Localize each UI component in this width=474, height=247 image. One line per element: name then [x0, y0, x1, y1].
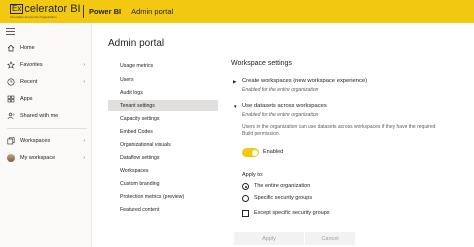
- create-workspaces-title[interactable]: Create workspaces (new workspace experie…: [242, 78, 367, 84]
- menu-item-workspaces[interactable]: Workspaces: [108, 165, 218, 176]
- menu-item-tenant-settings[interactable]: Tenant settings: [108, 100, 218, 111]
- menu-item-usage-metrics[interactable]: Usage metrics: [108, 60, 218, 71]
- cancel-button[interactable]: Cancel: [305, 232, 355, 245]
- enabled-toggle[interactable]: [242, 148, 259, 157]
- toggle-knob: [251, 149, 258, 156]
- menu-item-users[interactable]: Users: [108, 74, 218, 85]
- menu-item-featured-content[interactable]: Featured content: [108, 204, 218, 215]
- menu-item-custom-branding[interactable]: Custom branding: [108, 178, 218, 189]
- shared-person-icon: [7, 112, 15, 120]
- setting-description-line2: Build permission.: [242, 131, 281, 137]
- toggle-label: Enabled: [263, 149, 284, 155]
- chevron-right-icon: ›: [83, 155, 85, 161]
- left-nav-pane: Home Favorites › Recent › Apps Shared wi…: [0, 23, 92, 247]
- chevron-right-icon: ›: [83, 138, 85, 144]
- menu-item-capacity-settings[interactable]: Capacity settings: [108, 113, 218, 124]
- logo-box-text: Ex: [10, 3, 24, 14]
- nav-item-apps[interactable]: Apps: [0, 91, 92, 107]
- menu-item-audit-logs[interactable]: Audit logs: [108, 87, 218, 98]
- expand-triangle-icon[interactable]: ▶: [233, 79, 236, 85]
- breadcrumb-page: Admin portal: [131, 7, 174, 16]
- chevron-right-icon: ›: [83, 79, 85, 85]
- nav-item-my-workspace[interactable]: My workspace ›: [0, 150, 92, 166]
- radio-specific-groups-label[interactable]: Specific security groups: [254, 195, 312, 201]
- radio-specific-groups[interactable]: [242, 195, 249, 202]
- menu-item-embed-codes[interactable]: Embed Codes: [108, 126, 218, 137]
- except-groups-label[interactable]: Except specific security groups: [254, 210, 330, 216]
- menu-item-dataflow-settings[interactable]: Dataflow settings: [108, 152, 218, 163]
- page-title: Admin portal: [108, 38, 165, 49]
- nav-item-recent[interactable]: Recent ›: [0, 74, 92, 90]
- nav-item-favorites[interactable]: Favorites ›: [0, 57, 92, 73]
- avatar: [7, 154, 15, 162]
- topbar-divider: [83, 5, 84, 18]
- menu-item-protection-metrics[interactable]: Protection metrics (preview): [108, 191, 218, 202]
- setting-description-line1: Users in the organization can use datase…: [242, 124, 436, 130]
- product-name[interactable]: Power BI: [89, 7, 121, 16]
- exceleratorbi-logo[interactable]: Ex celerator BI Innovation Across the Org…: [10, 2, 81, 21]
- nav-item-shared-with-me[interactable]: Shared with me: [0, 108, 92, 124]
- collapse-triangle-icon[interactable]: ▼: [233, 104, 237, 109]
- star-icon: [7, 61, 15, 69]
- top-bar: Ex celerator BI Innovation Across the Org…: [0, 0, 474, 23]
- logo-tagline: Innovation Across the Organization: [10, 14, 57, 19]
- use-datasets-title[interactable]: Use datasets across workspaces: [242, 103, 327, 109]
- create-workspaces-status: Enabled for the entire organization: [242, 87, 319, 93]
- section-title: Workspace settings: [231, 60, 292, 67]
- apps-grid-icon: [7, 95, 15, 103]
- nav-divider: [7, 128, 87, 129]
- menu-item-organizational-visuals[interactable]: Organizational visuals: [108, 139, 218, 150]
- nav-item-workspaces[interactable]: Workspaces ›: [0, 133, 92, 149]
- nav-item-home[interactable]: Home: [0, 40, 92, 56]
- radio-entire-organization-label[interactable]: The entire organization: [254, 183, 310, 189]
- clock-icon: [7, 78, 15, 86]
- apply-to-label: Apply to:: [242, 172, 264, 178]
- workspaces-icon: [7, 137, 15, 145]
- chevron-right-icon: ›: [83, 62, 85, 68]
- home-icon: [7, 44, 15, 52]
- apply-button[interactable]: Apply: [234, 232, 304, 245]
- except-groups-checkbox[interactable]: [242, 210, 249, 217]
- hamburger-menu-icon[interactable]: [6, 28, 15, 37]
- logo-text: celerator BI: [24, 2, 81, 15]
- radio-entire-organization[interactable]: [242, 183, 249, 190]
- use-datasets-status: Enabled for the entire organization: [242, 112, 319, 118]
